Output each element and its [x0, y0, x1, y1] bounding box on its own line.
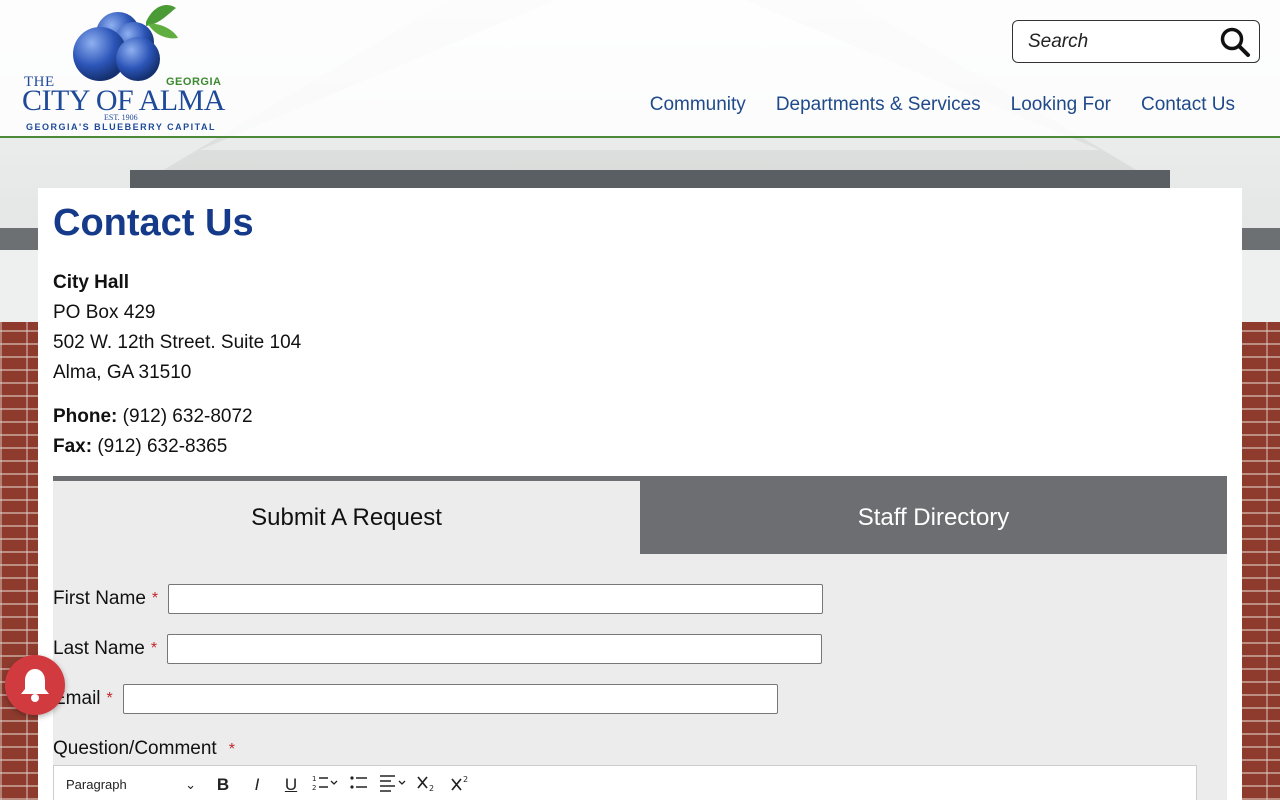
svg-text:2: 2	[312, 784, 316, 792]
rich-text-toolbar: Paragraph ⌄ B I U 12 2 2	[53, 765, 1197, 800]
last-name-row: Last Name *	[53, 634, 823, 664]
city-logo[interactable]: THE GEORGIA CITY OF ALMA EST. 1906 GEORG…	[18, 4, 228, 134]
svg-text:1: 1	[312, 775, 316, 783]
email-field[interactable]	[122, 684, 778, 714]
numbered-list-icon[interactable]: 12	[308, 774, 342, 797]
site-header: THE GEORGIA CITY OF ALMA EST. 1906 GEORG…	[0, 0, 1280, 138]
question-comment-label-row: Question/Comment *	[53, 738, 235, 760]
last-name-label: Last Name	[53, 638, 145, 659]
contact-numbers: Phone: (912) 632-8072 Fax: (912) 632-836…	[53, 402, 253, 462]
search-box	[1012, 20, 1260, 63]
first-name-label: First Name	[53, 588, 146, 609]
underline-button[interactable]: U	[274, 775, 308, 795]
paragraph-format-select[interactable]: Paragraph ⌄	[66, 777, 196, 793]
first-name-row: First Name *	[53, 584, 824, 614]
address-line3: Alma, GA 31510	[53, 362, 192, 383]
chevron-down-icon: ⌄	[185, 777, 196, 792]
bulleted-list-icon[interactable]	[342, 774, 376, 797]
tab-bar: Submit A Request Staff Directory	[53, 476, 1227, 554]
nav-item-community[interactable]: Community	[650, 94, 746, 116]
svg-text:2: 2	[463, 775, 468, 784]
paragraph-format-value: Paragraph	[66, 777, 127, 792]
required-mark: *	[228, 741, 235, 758]
blueberry-logo-icon	[73, 4, 178, 81]
subscript-icon[interactable]: 2	[410, 774, 444, 797]
nav-item-contact-us[interactable]: Contact Us	[1141, 94, 1235, 116]
required-mark: *	[150, 640, 158, 657]
first-name-field[interactable]	[168, 584, 824, 614]
svg-text:2: 2	[429, 784, 434, 792]
required-mark: *	[151, 590, 159, 607]
tab-submit-request[interactable]: Submit A Request	[53, 481, 640, 554]
search-input[interactable]	[1013, 30, 1213, 53]
nav-item-looking-for[interactable]: Looking For	[1011, 94, 1111, 116]
bell-icon	[21, 669, 49, 702]
italic-button[interactable]: I	[240, 775, 274, 795]
logo-tagline: GEORGIA'S BLUEBERRY CAPITAL	[26, 122, 216, 132]
logo-est: EST. 1906	[104, 113, 138, 122]
last-name-field[interactable]	[167, 634, 823, 664]
fax-label: Fax:	[53, 436, 93, 457]
fax-number: (912) 632-8365	[97, 436, 228, 457]
address-line1: PO Box 429	[53, 302, 156, 323]
phone-label: Phone:	[53, 406, 118, 427]
align-left-icon[interactable]	[376, 774, 410, 797]
page-title: Contact Us	[53, 202, 254, 244]
nav-item-departments-services[interactable]: Departments & Services	[776, 94, 981, 116]
search-icon[interactable]	[1219, 26, 1251, 58]
address-name: City Hall	[53, 272, 130, 293]
phone-number[interactable]: (912) 632-8072	[123, 406, 253, 427]
alert-bell-button[interactable]	[5, 655, 65, 715]
superscript-icon[interactable]: 2	[444, 774, 478, 797]
address-line2: 502 W. 12th Street. Suite 104	[53, 332, 302, 353]
email-row: Email *	[53, 684, 778, 714]
content-panel: Contact Us City Hall PO Box 429 502 W. 1…	[38, 188, 1242, 800]
main-nav: Community Departments & Services Looking…	[650, 94, 1235, 116]
required-mark: *	[106, 690, 113, 707]
tab-staff-directory[interactable]: Staff Directory	[640, 481, 1227, 554]
question-comment-label: Question/Comment	[53, 738, 217, 759]
address-block: City Hall PO Box 429 502 W. 12th Street.…	[53, 268, 301, 388]
bold-button[interactable]: B	[206, 775, 240, 795]
